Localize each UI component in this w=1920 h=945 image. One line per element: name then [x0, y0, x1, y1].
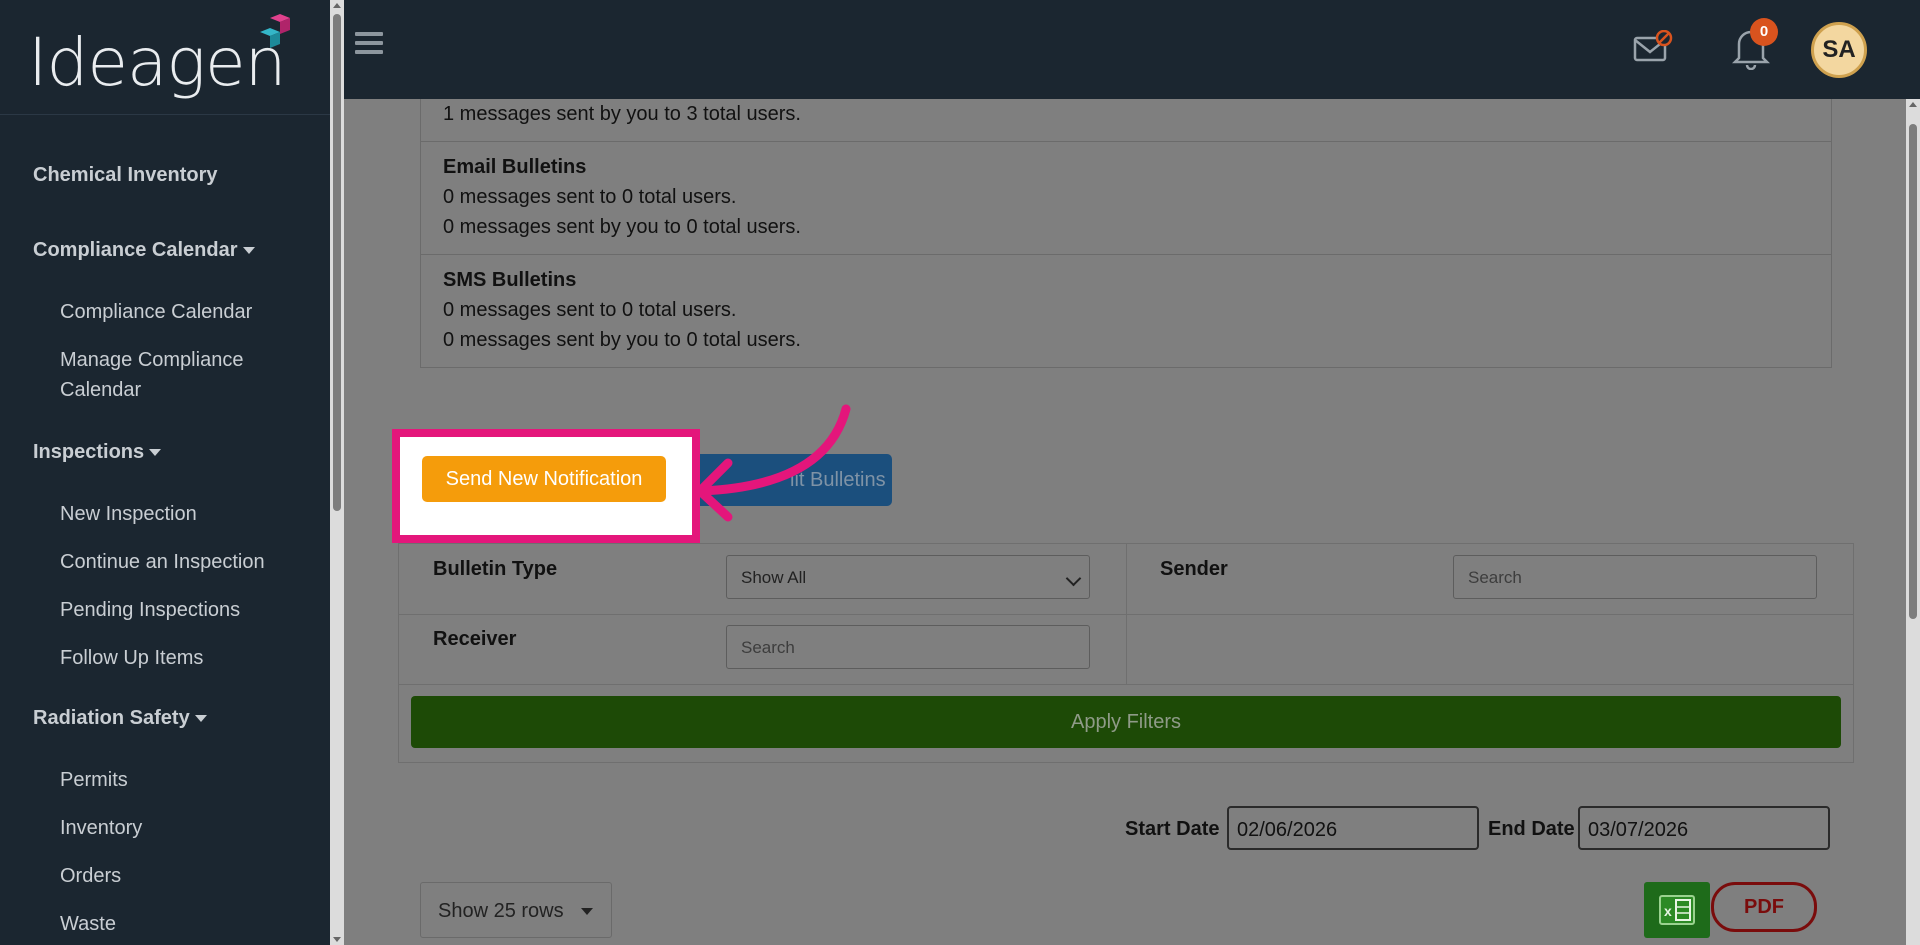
- logo-cube-icon: [260, 14, 290, 48]
- apply-filters-button[interactable]: Apply Filters: [411, 696, 1841, 748]
- caret-down-icon: [149, 449, 162, 457]
- notification-count-badge: 0: [1750, 18, 1778, 46]
- rows-per-page-label: Show 25 rows: [438, 900, 564, 922]
- bulletin-stats: 1 messages sent by you to 3 total users.…: [420, 99, 1832, 368]
- stats-title: SMS Bulletins: [443, 269, 577, 291]
- mail-blocked-icon[interactable]: [1633, 30, 1673, 64]
- rows-per-page-select[interactable]: Show 25 rows: [420, 882, 612, 938]
- user-avatar[interactable]: SA: [1811, 22, 1867, 78]
- end-date-label: End Date: [1488, 818, 1575, 840]
- sidebar-item-chemical-inventory[interactable]: Chemical Inventory: [33, 164, 218, 187]
- svg-text:x: x: [1664, 903, 1672, 919]
- sidebar-section-label: Compliance Calendar: [33, 239, 238, 261]
- excel-icon: x: [1659, 895, 1695, 925]
- export-excel-button[interactable]: x: [1644, 882, 1710, 938]
- caret-down-icon: [242, 247, 255, 255]
- stats-title: Email Bulletins: [443, 156, 587, 178]
- stats-line: 1 messages sent by you to 3 total users.: [443, 103, 801, 125]
- sidebar-section-label: Inspections: [33, 441, 145, 463]
- sidebar-item-waste[interactable]: Waste: [60, 909, 116, 939]
- main-scrollbar-thumb[interactable]: [1909, 124, 1917, 619]
- sidebar-section-radiation-safety[interactable]: Radiation Safety: [33, 707, 207, 730]
- pointer-arrow-icon: [695, 404, 851, 522]
- ideagen-logo[interactable]: Ideagen: [28, 14, 308, 104]
- stats-line: 0 messages sent to 0 total users.: [443, 299, 737, 321]
- filters-panel: Bulletin Type Show All Sender Search Rec…: [398, 543, 1854, 763]
- send-new-notification-button[interactable]: Send New Notification: [422, 456, 666, 502]
- sidebar-scrollbar[interactable]: [330, 0, 344, 945]
- top-bar: 0 SA: [344, 0, 1920, 99]
- sidebar-item-pending-inspections[interactable]: Pending Inspections: [60, 595, 240, 625]
- stats-line: 0 messages sent to 0 total users.: [443, 186, 737, 208]
- main-content: 1 messages sent by you to 3 total users.…: [368, 99, 1896, 945]
- caret-down-icon: [581, 908, 593, 915]
- sidebar-section-label: Radiation Safety: [33, 707, 190, 729]
- chevron-down-icon: [1065, 570, 1082, 587]
- export-pdf-button[interactable]: PDF: [1711, 882, 1817, 932]
- stats-line: 0 messages sent by you to 0 total users.: [443, 216, 801, 238]
- hamburger-icon[interactable]: [355, 32, 383, 56]
- content-card: 1 messages sent by you to 3 total users.…: [368, 99, 1896, 945]
- sidebar-item-label: Calendar: [60, 379, 142, 401]
- sidebar-item-inventory[interactable]: Inventory: [60, 813, 142, 843]
- sidebar-item-compliance-calendar[interactable]: Compliance Calendar: [60, 297, 252, 327]
- receiver-label: Receiver: [433, 628, 517, 650]
- sender-label: Sender: [1160, 558, 1228, 580]
- caret-down-icon: [194, 715, 207, 723]
- stats-partial-row: 1 messages sent by you to 3 total users.: [421, 99, 1831, 142]
- sidebar-divider: [0, 114, 330, 115]
- sidebar-item-continue-inspection[interactable]: Continue an Inspection: [60, 547, 265, 577]
- sidebar-item-orders[interactable]: Orders: [60, 861, 121, 891]
- main-scrollbar[interactable]: [1906, 99, 1920, 945]
- start-date-input[interactable]: 02/06/2026: [1227, 806, 1479, 850]
- sidebar-section-inspections[interactable]: Inspections: [33, 441, 162, 464]
- receiver-search-input[interactable]: Search: [726, 625, 1090, 669]
- bulletin-type-value: Show All: [741, 568, 807, 587]
- stats-line: 0 messages sent by you to 0 total users.: [443, 329, 801, 351]
- sidebar: Ideagen Chemical Inventory Compliance Ca…: [0, 0, 330, 945]
- bulletin-type-select[interactable]: Show All: [726, 555, 1090, 599]
- sidebar-item-follow-up-items[interactable]: Follow Up Items: [60, 643, 203, 673]
- sidebar-item-new-inspection[interactable]: New Inspection: [60, 499, 197, 529]
- sidebar-section-compliance-calendar[interactable]: Compliance Calendar: [33, 239, 255, 262]
- sidebar-item-label: Manage Compliance: [60, 349, 244, 371]
- start-date-label: Start Date: [1125, 818, 1220, 840]
- bulletin-type-label: Bulletin Type: [433, 558, 558, 580]
- sidebar-scrollbar-thumb[interactable]: [333, 14, 341, 511]
- stats-email-row: Email Bulletins 0 messages sent to 0 tot…: [421, 142, 1831, 255]
- sidebar-item-manage-compliance-calendar[interactable]: Manage Compliance Calendar: [60, 345, 243, 405]
- end-date-input[interactable]: 03/07/2026: [1578, 806, 1830, 850]
- logo-text: Ideagen: [28, 24, 286, 101]
- stats-sms-row: SMS Bulletins 0 messages sent to 0 total…: [421, 255, 1831, 367]
- sender-search-input[interactable]: Search: [1453, 555, 1817, 599]
- sidebar-item-permits[interactable]: Permits: [60, 765, 128, 795]
